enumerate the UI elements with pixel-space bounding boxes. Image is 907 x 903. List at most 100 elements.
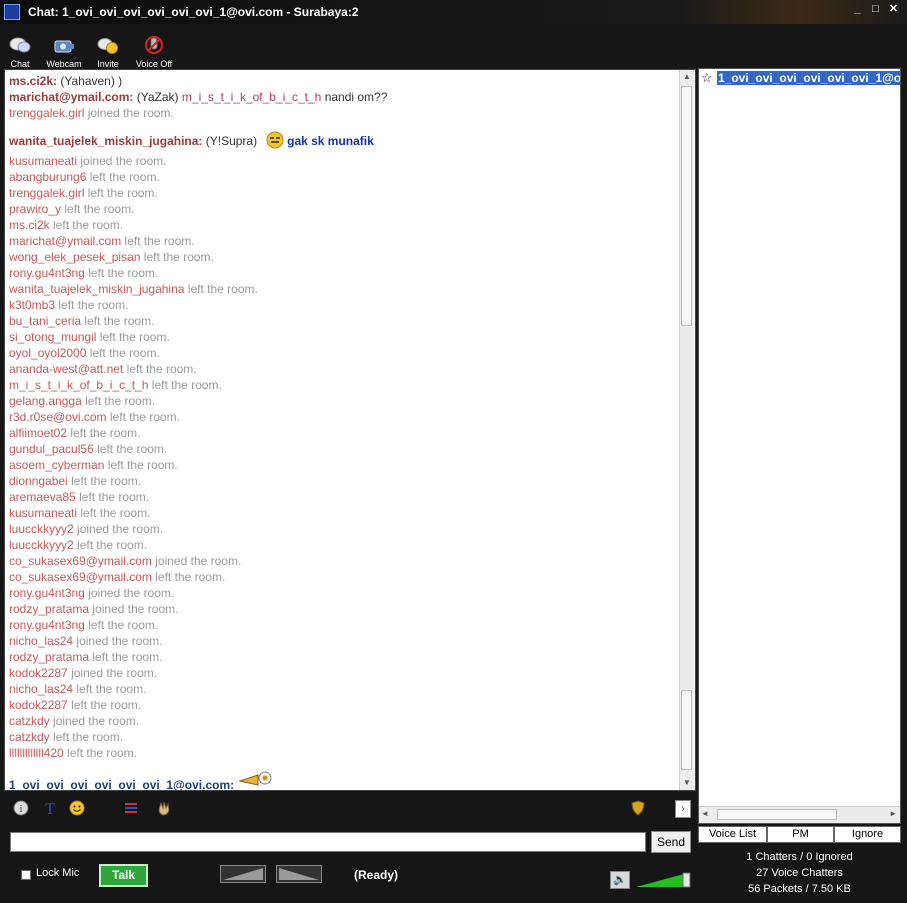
voice-off-button[interactable]: Voice Off	[132, 36, 176, 69]
event-username[interactable]: rony.gu4nt3ng	[9, 586, 85, 600]
event-username[interactable]: rodzy_pratama	[9, 602, 89, 616]
event-username[interactable]: rodzy_pratama	[9, 650, 89, 664]
list-lines-icon[interactable]	[123, 800, 139, 816]
user-list-pane[interactable]: ☆ 1_ovi_ovi_ovi_ovi_ovi_ovi_1@ovi.com ◄ ►	[698, 68, 901, 824]
voice-off-icon	[145, 36, 163, 54]
event-username[interactable]: lllllllllllll420	[9, 746, 64, 760]
event-username[interactable]: wong_elek_pesek_pisan	[9, 250, 140, 264]
user-list-hscrollbar[interactable]: ◄ ►	[699, 806, 900, 823]
chat-line: m_i_s_t_i_k_of_b_i_c_t_h left the room.	[9, 377, 679, 393]
event-username[interactable]: marichat@ymail.com	[9, 234, 121, 248]
chat-line: gelang.angga left the room.	[9, 393, 679, 409]
event-username[interactable]: aremaeva85	[9, 490, 76, 504]
event-username[interactable]: m_i_s_t_i_k_of_b_i_c_t_h	[9, 378, 148, 392]
message-sender[interactable]: wanita_tuajelek_miskin_jugahina:	[9, 134, 202, 148]
message-sender[interactable]: ms.ci2k:	[9, 74, 57, 88]
event-username[interactable]: si_otong_mungil	[9, 330, 96, 344]
event-text: joined the room.	[80, 154, 167, 168]
chat-line: wanita_tuajelek_miskin_jugahina: (Y!Supr…	[9, 129, 679, 153]
message-sender[interactable]: marichat@ymail.com:	[9, 90, 133, 104]
event-username[interactable]: luucckkyyy2	[9, 522, 74, 536]
chat-line: alfiimoet02 left the room.	[9, 425, 679, 441]
event-username[interactable]: nicho_las24	[9, 682, 73, 696]
chat-line: gundul_pacul56 left the room.	[9, 441, 679, 457]
event-text: left the room.	[76, 682, 147, 696]
event-username[interactable]: r3d.r0se@ovi.com	[9, 410, 107, 424]
event-username[interactable]: kusumaneati	[9, 506, 77, 520]
scroll-left-arrow[interactable]: ◄	[701, 809, 709, 818]
event-username[interactable]: asoem_cyberman	[9, 458, 104, 472]
text-format-icon[interactable]: T	[42, 800, 58, 816]
minimize-button[interactable]: _	[852, 4, 863, 15]
event-username[interactable]: abangburung6	[9, 170, 86, 184]
nudge-hand-icon[interactable]	[156, 800, 172, 816]
maximize-button[interactable]: □	[870, 4, 881, 15]
chat-line: rony.gu4nt3ng left the room.	[9, 617, 679, 633]
event-text: left the room.	[92, 650, 163, 664]
event-username[interactable]: gundul_pacul56	[9, 442, 94, 456]
chat-line: kusumaneati left the room.	[9, 505, 679, 521]
chat-line: r3d.r0se@ovi.com left the room.	[9, 409, 679, 425]
send-button[interactable]: Send	[651, 831, 691, 853]
webcam-button-label: Webcam	[46, 59, 82, 69]
event-text: left the room.	[71, 698, 142, 712]
event-username[interactable]: rony.gu4nt3ng	[9, 618, 85, 632]
expand-arrow-button[interactable]: ›	[675, 800, 691, 818]
lock-mic-checkbox[interactable]	[21, 870, 31, 880]
user-list-item[interactable]: ☆ 1_ovi_ovi_ovi_ovi_ovi_ovi_1@ovi.com	[701, 70, 900, 86]
event-username[interactable]: trenggalek.girl	[9, 106, 84, 120]
event-username[interactable]: luucckkyyy2	[9, 538, 74, 552]
event-username[interactable]: ananda-west@att.net	[9, 362, 123, 376]
tab-voice-list[interactable]: Voice List	[698, 826, 767, 843]
chat-line: luucckkyyy2 left the room.	[9, 537, 679, 553]
event-username[interactable]: rony.gu4nt3ng	[9, 266, 85, 280]
event-username[interactable]: nicho_las24	[9, 634, 73, 648]
message-text: (Yahaven) )	[60, 74, 123, 88]
event-username[interactable]: prawiro_y	[9, 202, 61, 216]
event-username[interactable]: wanita_tuajelek_miskin_jugahina	[9, 282, 184, 296]
event-username[interactable]: oyol_oyol2000	[9, 346, 86, 360]
chat-button[interactable]: Chat	[5, 36, 35, 69]
shield-icon[interactable]	[630, 800, 646, 816]
event-username[interactable]: k3t0mb3	[9, 298, 55, 312]
event-username[interactable]: bu_tani_ceria	[9, 314, 81, 328]
chat-message-list: ms.ci2k: (Yahaven) ) marichat@ymail.com: …	[9, 73, 679, 790]
webcam-button[interactable]: Webcam	[44, 36, 84, 69]
event-username[interactable]: dionngabei	[9, 474, 68, 488]
event-username[interactable]: kusumaneati	[9, 154, 77, 168]
smiley-icon[interactable]	[69, 800, 85, 816]
scroll-thumb[interactable]	[681, 690, 692, 770]
own-message-sender[interactable]: 1_ovi_ovi_ovi_ovi_ovi_ovi_1@ovi.com:	[9, 778, 234, 790]
event-username[interactable]: ms.ci2k	[9, 218, 50, 232]
event-username[interactable]: alfiimoet02	[9, 426, 67, 440]
volume-slider[interactable]	[636, 872, 692, 888]
scroll-up-arrow[interactable]: ▲	[680, 70, 694, 84]
event-username[interactable]: kodok2287	[9, 698, 68, 712]
event-username[interactable]: co_sukasex69@ymail.com	[9, 554, 152, 568]
speaker-icon[interactable]: 🔈	[610, 871, 630, 889]
hscroll-thumb[interactable]	[717, 809, 837, 820]
lock-mic-label: Lock Mic	[36, 867, 80, 879]
chat-line: rony.gu4nt3ng joined the room.	[9, 585, 679, 601]
scroll-right-arrow[interactable]: ►	[889, 809, 897, 818]
event-text: left the room.	[143, 250, 214, 264]
event-username[interactable]: catzkdy	[9, 730, 50, 744]
chat-pane[interactable]: ms.ci2k: (Yahaven) ) marichat@ymail.com: …	[4, 69, 696, 791]
info-icon[interactable]: i	[13, 800, 29, 816]
event-text: left the room.	[77, 538, 148, 552]
tab-ignore[interactable]: Ignore	[834, 826, 901, 843]
chat-line: ms.ci2k: (Yahaven) )	[9, 73, 679, 89]
event-username[interactable]: trenggalek.girl	[9, 186, 84, 200]
talk-button[interactable]: Talk	[99, 864, 148, 887]
scroll-down-arrow[interactable]: ▼	[680, 776, 694, 790]
event-username[interactable]: catzkdy	[9, 714, 50, 728]
invite-button[interactable]: Invite	[92, 36, 124, 69]
event-username[interactable]: co_sukasex69@ymail.com	[9, 570, 152, 584]
event-username[interactable]: kodok2287	[9, 666, 68, 680]
event-username[interactable]: gelang.angga	[9, 394, 82, 408]
packets-count: 56 Packets / 7.50 KB	[748, 883, 851, 895]
message-input[interactable]	[10, 832, 646, 852]
close-button[interactable]: ✕	[888, 4, 899, 15]
chat-scrollbar[interactable]: ▲ ▼	[679, 70, 694, 790]
tab-pm[interactable]: PM	[767, 826, 834, 843]
